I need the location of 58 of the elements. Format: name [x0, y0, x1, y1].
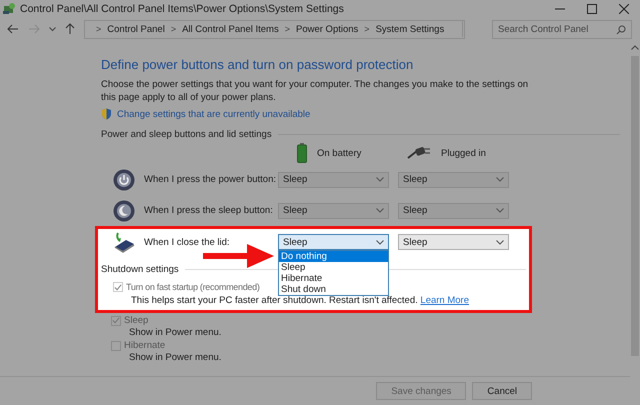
close-icon[interactable] [619, 4, 629, 14]
breadcrumb-item[interactable]: System Settings [376, 24, 444, 34]
chevron-down-icon [376, 240, 384, 244]
window-title: Control Panel\All Control Panel Items\Power Options\System Settings [20, 2, 344, 14]
search-icon [616, 24, 626, 34]
dropdown-option[interactable]: Shut down [279, 284, 388, 295]
section-title: Power and sleep buttons and lid settings [101, 129, 272, 140]
search-field[interactable]: Search Control Panel [492, 20, 632, 38]
chevron-down-icon [496, 177, 504, 182]
column-header: On battery [317, 148, 362, 158]
section-title: Shutdown settings [101, 264, 179, 275]
power-button-icon [112, 168, 136, 190]
breadcrumb-item[interactable]: All Control Panel Items [182, 24, 279, 34]
back-arrow-icon[interactable] [7, 24, 19, 34]
admin-settings-link[interactable]: Change settings that are currently unavailable [117, 108, 310, 120]
option-description: Show in Power menu. [128, 352, 222, 363]
breadcrumb-separator: > [96, 24, 102, 34]
laptop-icon [112, 231, 136, 253]
chevron-down-icon [376, 208, 384, 213]
breadcrumb-separator: > [170, 24, 176, 34]
shield-icon [101, 108, 112, 120]
scroll-up-icon[interactable] [631, 45, 639, 50]
dropdown-option[interactable]: Sleep [279, 262, 388, 273]
chevron-down-icon [376, 177, 384, 182]
dropdown[interactable]: Sleep [398, 202, 509, 218]
dropdown[interactable]: Sleep [398, 234, 509, 250]
address-bar[interactable]: > Control Panel > All Control Panel Items > Power Options > System Settings [84, 20, 465, 38]
control-panel-icon [2, 2, 16, 16]
moon-button-icon [112, 200, 136, 222]
dropdown[interactable]: Sleep [278, 202, 389, 218]
setting-label: When I press the power button: [144, 174, 278, 185]
dropdown-option[interactable]: Hibernate [279, 273, 388, 284]
dropdown-option[interactable]: Do nothing [279, 251, 388, 262]
dropdown[interactable]: Sleep [398, 172, 509, 188]
chevron-down-icon[interactable] [49, 26, 56, 32]
battery-icon [297, 143, 307, 163]
setting-label: When I press the sleep button: [144, 205, 274, 216]
checkbox-label: Hibernate [124, 340, 166, 351]
breadcrumb-item[interactable]: Power Options [296, 24, 358, 34]
dropdown[interactable]: Sleep [278, 234, 389, 250]
up-arrow-icon[interactable] [65, 23, 75, 35]
checkbox-label: Turn on fast startup (recommended) [126, 282, 260, 292]
maximize-icon[interactable] [587, 4, 597, 14]
power-plug-icon [407, 147, 431, 159]
option-description: Show in Power menu. [128, 327, 222, 338]
option-description: This helps start your PC faster after shutdown. Restart isn't affected. Learn More [130, 295, 470, 306]
dropdown[interactable]: Sleep [278, 172, 389, 188]
column-header: Plugged in [441, 148, 486, 158]
page-heading: Define power buttons and turn on password protection [101, 57, 414, 72]
breadcrumb-separator: > [364, 24, 370, 34]
breadcrumb-separator: > [284, 24, 290, 34]
footer-button[interactable]: Cancel [472, 382, 532, 400]
chevron-down-icon [496, 208, 504, 213]
chevron-down-icon [496, 240, 504, 244]
checkbox-label: Sleep [124, 315, 148, 326]
page-description: Choose the power settings that you want for your computer. The changes you make to the settings on this page apply to all of your power plans. [101, 78, 530, 104]
setting-label: When I close the lid: [144, 236, 231, 248]
breadcrumb-item[interactable]: Control Panel [107, 24, 165, 34]
